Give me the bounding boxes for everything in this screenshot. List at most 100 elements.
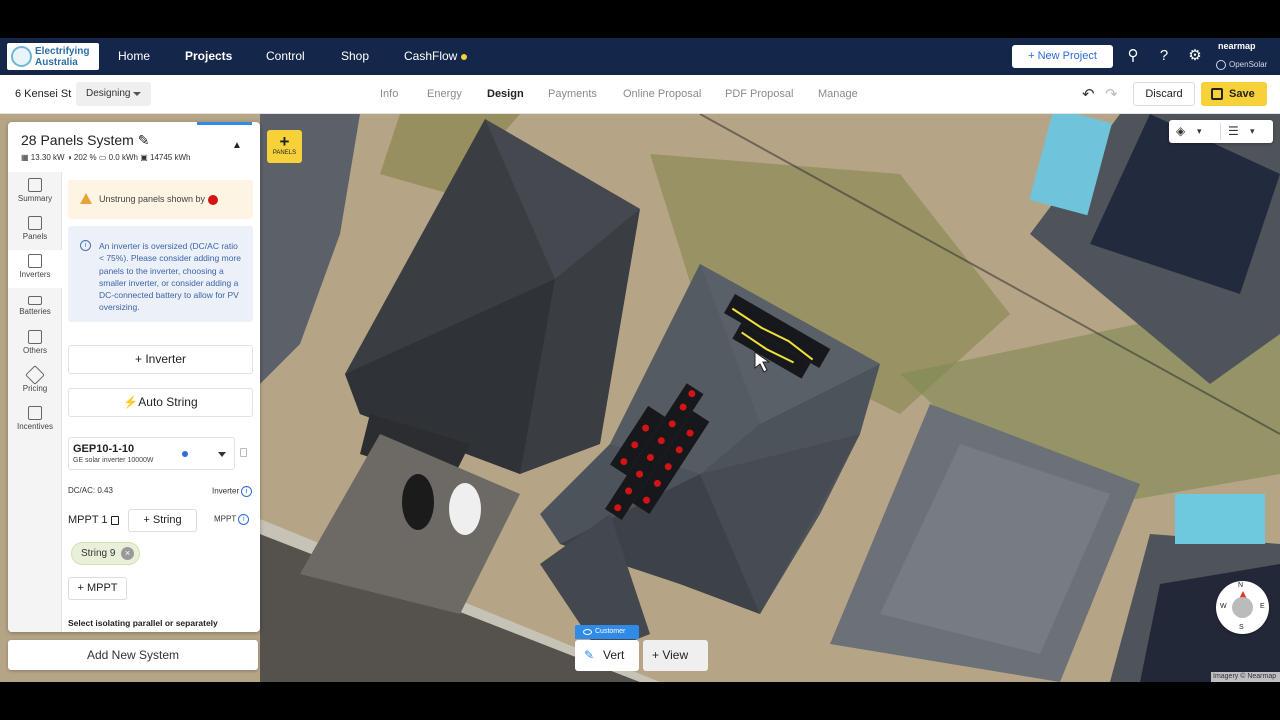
nav-cashflow[interactable]: CashFlow bbox=[404, 49, 468, 63]
add-string-button[interactable]: + String bbox=[128, 509, 197, 532]
sidebar-item-label: Incentives bbox=[16, 422, 54, 431]
pencil-icon[interactable]: ✎ bbox=[138, 132, 150, 148]
status-dropdown[interactable]: Designing bbox=[76, 82, 151, 106]
nearmap-brand: nearmap bbox=[1218, 41, 1256, 51]
compass[interactable]: N S W E bbox=[1216, 581, 1269, 634]
inverter-select[interactable]: GEP10-1-10 GE solar inverter 10000W bbox=[68, 437, 235, 470]
top-nav: Electrifying Australia Home Projects Con… bbox=[0, 38, 1280, 75]
divider bbox=[1220, 123, 1221, 140]
nav-home[interactable]: Home bbox=[118, 49, 150, 63]
compass-w: W bbox=[1220, 603, 1227, 610]
warning-text: Unstrung panels shown by bbox=[99, 194, 206, 204]
system-title[interactable]: 28 Panels System ✎ bbox=[21, 132, 149, 149]
system-title-label: 28 Panels System bbox=[21, 132, 134, 148]
energy-icon: ▣ bbox=[140, 153, 148, 162]
info-text: An inverter is oversized (DC/AC ratio < … bbox=[99, 241, 241, 313]
search-icon[interactable]: ⚲ bbox=[1124, 47, 1142, 65]
info-icon: i bbox=[80, 240, 91, 251]
chevron-down-icon[interactable]: ▾ bbox=[1250, 126, 1255, 137]
auto-string-button[interactable]: ⚡Auto String bbox=[68, 388, 253, 417]
view-button[interactable]: + View bbox=[643, 640, 708, 671]
chevron-up-icon[interactable]: ▲ bbox=[232, 140, 242, 151]
plus-icon: + bbox=[652, 648, 663, 662]
trash-icon[interactable] bbox=[110, 515, 119, 525]
tab-online-proposal[interactable]: Online Proposal bbox=[623, 88, 701, 100]
panels-button-label: PANELS bbox=[272, 150, 297, 156]
unstrung-warning: Unstrung panels shown by bbox=[68, 180, 253, 219]
tab-info[interactable]: Info bbox=[380, 88, 398, 100]
stat-energy: 14745 kWh bbox=[150, 153, 191, 162]
inverter-desc: GE solar inverter 10000W bbox=[73, 457, 154, 464]
tab-payments[interactable]: Payments bbox=[548, 88, 597, 100]
select-isolating-label: Select isolating parallel or separately bbox=[68, 618, 218, 628]
trash-icon[interactable] bbox=[240, 448, 247, 457]
mppt-info[interactable]: MPPT i bbox=[214, 514, 250, 525]
gift-icon bbox=[28, 406, 42, 420]
sidebar-item-inverters[interactable]: Inverters bbox=[8, 250, 62, 288]
battery-icon bbox=[28, 296, 42, 305]
string-chip[interactable]: String 9 × bbox=[71, 542, 140, 565]
vert-button[interactable]: ✎ Vert bbox=[575, 640, 639, 671]
sidebar-item-summary[interactable]: Summary bbox=[8, 174, 62, 212]
redo-icon[interactable]: ↷ bbox=[1105, 85, 1118, 103]
add-string-label: String bbox=[152, 514, 182, 526]
compass-s: S bbox=[1239, 624, 1244, 631]
tab-design[interactable]: Design bbox=[487, 88, 524, 100]
compass-center bbox=[1232, 597, 1253, 618]
imagery-credit: Imagery © Nearmap bbox=[1211, 672, 1280, 682]
battery-icon: ▭ bbox=[98, 153, 107, 162]
stat-battery: 0.0 kWh bbox=[108, 153, 138, 162]
nav-control[interactable]: Control bbox=[266, 49, 305, 63]
inverter-info[interactable]: Inverter i bbox=[212, 486, 253, 497]
magic-wand-icon: ⚡ bbox=[123, 395, 139, 409]
system-panel: 28 Panels System ✎ ▦ 13.30 kW ◑ 202 % ▭ … bbox=[8, 122, 260, 632]
others-grid-icon bbox=[28, 330, 42, 344]
sidebar-item-batteries[interactable]: Batteries bbox=[8, 288, 62, 326]
map-layer-controls: ◈ ▾ ☰ ▾ bbox=[1169, 120, 1273, 143]
add-mppt-button[interactable]: + MPPT bbox=[68, 577, 127, 600]
discard-button[interactable]: Discard bbox=[1133, 82, 1195, 106]
oversized-info: i An inverter is oversized (DC/AC ratio … bbox=[68, 226, 253, 322]
grid-icon: ▦ bbox=[21, 153, 29, 162]
add-inverter-label: Inverter bbox=[145, 352, 187, 366]
vert-label: Vert bbox=[603, 648, 625, 662]
sub-nav: 6 Kensei St Designing Info Energy Design… bbox=[0, 75, 1280, 114]
nav-projects[interactable]: Projects bbox=[185, 49, 232, 63]
mppt-name-label: MPPT 1 bbox=[68, 514, 108, 526]
offset-icon: ◑ bbox=[66, 153, 72, 162]
add-new-system-button[interactable]: Add New System bbox=[8, 640, 258, 670]
help-icon[interactable]: ? bbox=[1155, 47, 1173, 65]
document-icon bbox=[28, 178, 42, 192]
gear-icon[interactable]: ⚙ bbox=[1186, 47, 1204, 65]
mppt-info-label: MPPT bbox=[214, 514, 237, 524]
chevron-down-icon[interactable]: ▾ bbox=[1197, 126, 1202, 137]
tab-manage[interactable]: Manage bbox=[818, 88, 858, 100]
compass-n: N bbox=[1238, 582, 1244, 589]
customer-label: Customer bbox=[595, 628, 626, 635]
save-button[interactable]: Save bbox=[1201, 82, 1267, 106]
stat-offset: 202 % bbox=[73, 153, 97, 162]
system-stats: ▦ 13.30 kW ◑ 202 % ▭ 0.0 kWh ▣ 14745 kWh bbox=[21, 153, 190, 162]
sidebar-item-others[interactable]: Others bbox=[8, 326, 62, 364]
new-project-button[interactable]: + New Project bbox=[1012, 45, 1113, 68]
plus-icon: + bbox=[1028, 50, 1038, 62]
string-chip-label: String 9 bbox=[81, 548, 116, 559]
sidebar-item-panels[interactable]: Panels bbox=[8, 212, 62, 250]
plus-icon: + bbox=[134, 352, 146, 366]
logo[interactable]: Electrifying Australia bbox=[7, 43, 99, 70]
compass-e: E bbox=[1260, 603, 1265, 610]
settings-sliders-icon[interactable]: ☰ bbox=[1228, 124, 1239, 138]
undo-icon[interactable]: ↶ bbox=[1082, 85, 1095, 103]
add-inverter-button[interactable]: + Inverter bbox=[68, 345, 253, 374]
nav-shop[interactable]: Shop bbox=[341, 49, 369, 63]
tab-pdf-proposal[interactable]: PDF Proposal bbox=[725, 88, 793, 100]
close-icon[interactable]: × bbox=[121, 547, 134, 560]
tab-energy[interactable]: Energy bbox=[427, 88, 462, 100]
sidebar-item-pricing[interactable]: Pricing bbox=[8, 364, 62, 402]
sidebar-item-label: Summary bbox=[17, 194, 53, 203]
layers-icon[interactable]: ◈ bbox=[1176, 124, 1185, 138]
auto-string-label: Auto String bbox=[138, 395, 198, 409]
add-panels-button[interactable]: + PANELS bbox=[267, 130, 302, 163]
sidebar-item-incentives[interactable]: Incentives bbox=[8, 402, 62, 440]
mppt-name: MPPT 1 bbox=[68, 514, 119, 526]
